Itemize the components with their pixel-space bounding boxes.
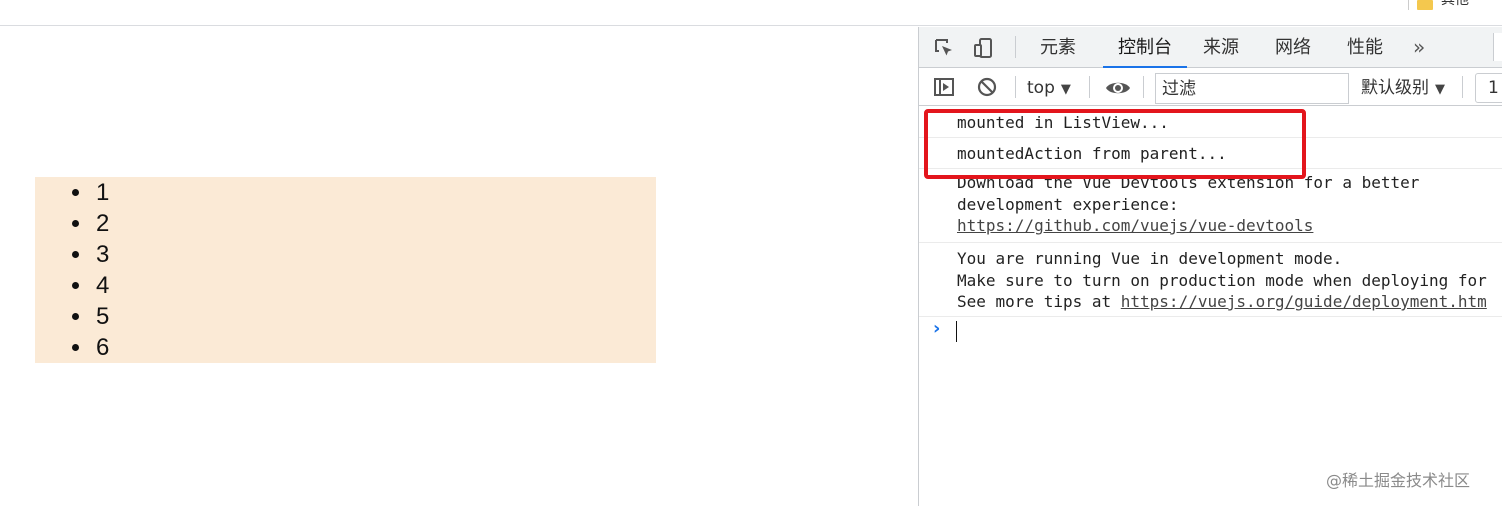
list-item-text: 4	[96, 272, 110, 299]
tabbar-separator	[1015, 36, 1016, 58]
tab-console[interactable]: 控制台	[1103, 27, 1187, 68]
more-tabs-button[interactable]: »	[1413, 27, 1425, 67]
devtools-tabbar: 元素 控制台 来源 网络 性能 »	[919, 27, 1502, 68]
console-message-link[interactable]: https://vuejs.org/guide/deployment.htm	[1121, 292, 1487, 311]
console-output: mounted in ListView... mountedAction fro…	[919, 107, 1502, 506]
devtools-panel: 元素 控制台 来源 网络 性能 » top ▼ 默认级别 ▼	[918, 27, 1502, 506]
dropdown-arrow-icon: ▼	[1435, 82, 1445, 97]
bullet-icon	[72, 282, 79, 289]
list-item: 6	[72, 332, 656, 363]
console-toolbar: top ▼ 默认级别 ▼ 1	[919, 69, 1502, 106]
console-prompt[interactable]: ›	[919, 318, 1502, 344]
console-message-text: See more tips at	[957, 292, 1121, 311]
tab-performance[interactable]: 性能	[1339, 27, 1391, 68]
bookmark-folder-other[interactable]: 其他	[1408, 0, 1469, 12]
context-selector[interactable]: top ▼	[1027, 75, 1071, 101]
device-toolbar-icon[interactable]	[973, 37, 995, 59]
log-level-selector[interactable]: 默认级别 ▼	[1361, 75, 1445, 101]
bookmark-folder-label: 其他	[1441, 0, 1469, 8]
console-message-text: You are running Vue in development mode.	[957, 249, 1343, 268]
bullet-icon	[72, 220, 79, 227]
item-list: 1 2 3 4 5 6	[35, 177, 656, 363]
issues-counter[interactable]: 1	[1475, 73, 1502, 103]
list-item-text: 1	[96, 179, 110, 206]
console-filter-input[interactable]	[1155, 73, 1349, 104]
console-message-text: Make sure to turn on production mode whe…	[957, 270, 1487, 290]
clear-console-icon[interactable]	[976, 76, 998, 98]
folder-icon	[1417, 0, 1433, 10]
tabbar-overflow-edge	[1493, 33, 1502, 61]
text-caret	[956, 321, 957, 342]
list-item-text: 6	[96, 334, 110, 361]
toolbar-separator	[1015, 76, 1016, 98]
list-item-text: 3	[96, 241, 110, 268]
bullet-icon	[72, 313, 79, 320]
toolbar-separator	[1143, 76, 1144, 98]
sidebar-toggle-icon[interactable]	[933, 76, 955, 98]
context-selector-value: top	[1027, 78, 1055, 98]
list-view: 1 2 3 4 5 6	[35, 177, 656, 363]
inspect-element-icon[interactable]	[933, 37, 955, 59]
bullet-icon	[72, 251, 79, 258]
bullet-icon	[72, 189, 79, 196]
console-message-link[interactable]: https://github.com/vuejs/vue-devtools	[957, 215, 1502, 237]
console-message: You are running Vue in development mode.…	[919, 243, 1502, 317]
page-viewport: 1 2 3 4 5 6	[0, 27, 918, 506]
bullet-icon	[72, 344, 79, 351]
dropdown-arrow-icon: ▼	[1060, 82, 1071, 97]
list-item: 1	[72, 177, 656, 208]
console-message-text: development experience:	[957, 194, 1179, 214]
watermark: @稀土掘金技术社区	[1326, 471, 1471, 490]
tab-elements[interactable]: 元素	[1032, 27, 1084, 68]
bookmark-separator	[1408, 0, 1409, 10]
list-item-text: 5	[96, 303, 110, 330]
console-message: Download the Vue Devtools extension for …	[919, 169, 1502, 243]
log-level-value: 默认级别	[1361, 78, 1429, 98]
prompt-chevron-icon: ›	[933, 318, 941, 339]
list-item: 2	[72, 208, 656, 239]
list-item-text: 2	[96, 210, 110, 237]
live-expression-eye-icon[interactable]	[1105, 77, 1131, 99]
list-item: 5	[72, 301, 656, 332]
bookmarks-bar: 其他	[0, 0, 1502, 26]
toolbar-separator	[1462, 76, 1463, 98]
list-item: 3	[72, 239, 656, 270]
tab-sources[interactable]: 来源	[1195, 27, 1247, 68]
toolbar-separator	[1089, 76, 1090, 98]
list-item: 4	[72, 270, 656, 301]
highlight-annotation-box	[924, 109, 1306, 179]
tab-network[interactable]: 网络	[1267, 27, 1319, 68]
